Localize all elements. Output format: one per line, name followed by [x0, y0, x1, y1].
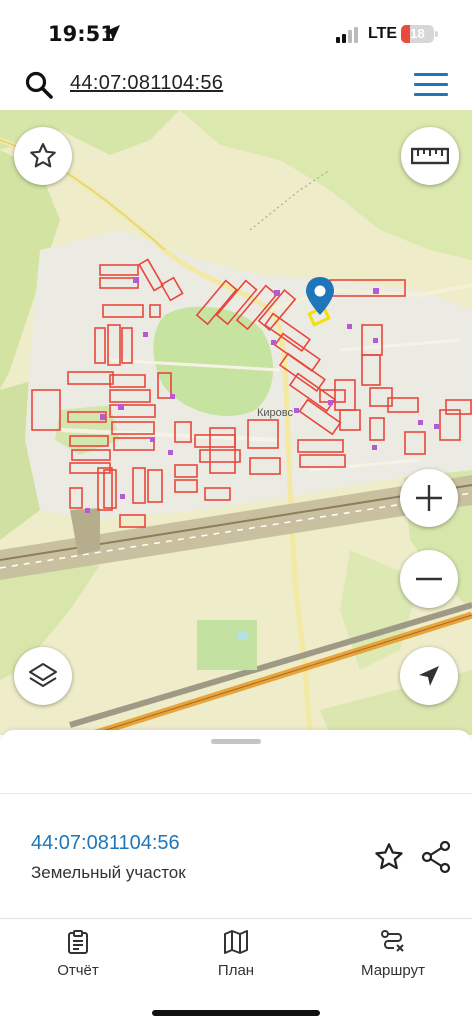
ruler-button[interactable]	[401, 127, 459, 185]
zoom-out-button[interactable]	[400, 550, 458, 608]
zoom-in-icon	[416, 485, 442, 511]
battery-cap	[435, 31, 438, 37]
nav-plan-label: План	[217, 962, 255, 979]
search-bar[interactable]: 44:07:081104:56	[0, 60, 472, 110]
nav-plan[interactable]: План	[176, 929, 296, 979]
clipboard-icon	[68, 930, 88, 954]
network-type: LTE	[368, 25, 398, 42]
status-bar: 19:51 LTE 18	[0, 0, 472, 60]
sheet-drag-handle[interactable]	[211, 739, 261, 744]
home-indicator[interactable]	[152, 1010, 320, 1016]
nav-route-label: Маршрут	[361, 962, 425, 979]
route-icon	[381, 930, 404, 952]
location-arrow-icon	[104, 25, 120, 41]
parcel-type-label: Земельный участок	[31, 863, 186, 882]
hamburger-icon[interactable]	[414, 73, 448, 97]
parcel-cadastral-number[interactable]: 44:07:081104:56	[31, 832, 180, 855]
map-view[interactable]: Кировс	[0, 110, 472, 735]
layers-button[interactable]	[14, 647, 72, 705]
nav-report-label: Отчёт	[57, 962, 99, 979]
nav-report[interactable]: Отчёт	[18, 929, 138, 979]
battery-level: 18	[410, 26, 425, 41]
sheet-divider	[0, 793, 472, 794]
search-input[interactable]: 44:07:081104:56	[70, 72, 223, 95]
bottom-navigation: Отчёт План Маршрут	[0, 918, 472, 1024]
map-place-label: Кировс	[257, 407, 294, 419]
nav-route[interactable]: Маршрут	[333, 929, 453, 979]
parcel-info-sheet[interactable]: 44:07:081104:56 Земельный участок	[0, 730, 472, 920]
star-icon	[30, 143, 56, 168]
signal-icon	[336, 27, 360, 43]
ruler-icon	[411, 147, 449, 165]
my-location-button[interactable]	[400, 647, 458, 705]
share-icon[interactable]	[420, 840, 452, 874]
zoom-out-icon	[416, 577, 442, 581]
navigation-arrow-icon	[419, 666, 439, 686]
map-icon	[224, 930, 248, 954]
search-icon[interactable]	[24, 70, 54, 100]
zoom-in-button[interactable]	[400, 469, 458, 527]
battery-icon: 18	[401, 25, 434, 43]
favorite-map-button[interactable]	[14, 127, 72, 185]
layers-icon	[29, 663, 57, 687]
map-canvas[interactable]	[0, 110, 472, 735]
star-icon[interactable]	[373, 841, 405, 873]
